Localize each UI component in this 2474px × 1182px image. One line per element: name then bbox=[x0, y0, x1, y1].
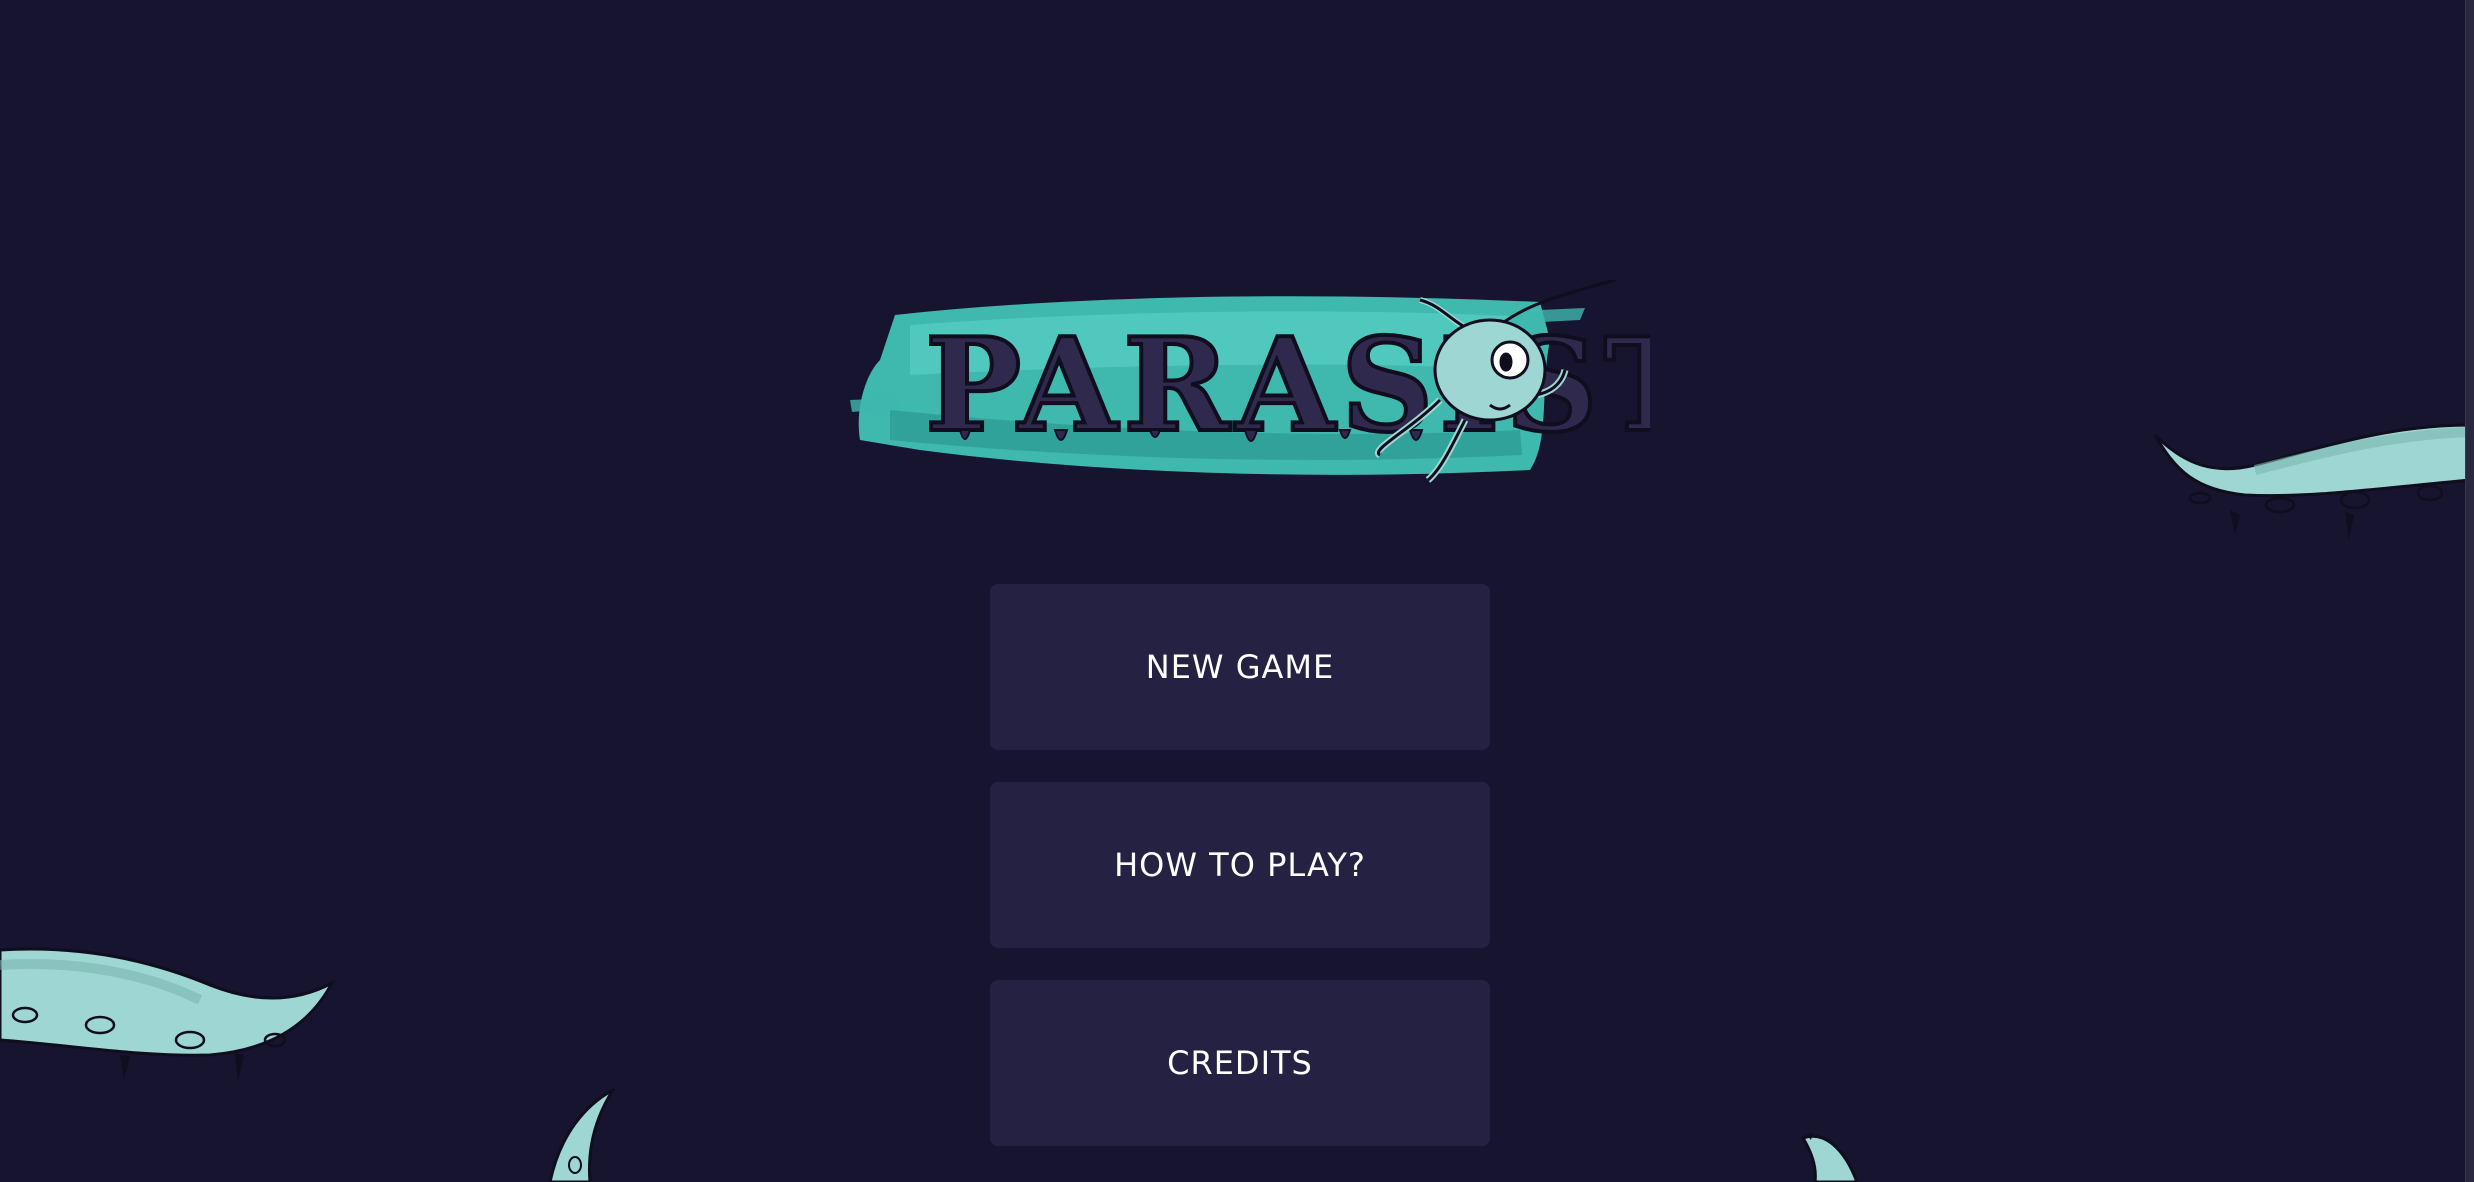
tentacle-icon bbox=[548, 1087, 615, 1182]
scrollbar[interactable] bbox=[2465, 0, 2474, 1182]
how-to-play-button[interactable]: HOW TO PLAY? bbox=[990, 782, 1490, 948]
logo-graphic: PARASIST bbox=[850, 278, 1701, 483]
new-game-button[interactable]: NEW GAME bbox=[990, 584, 1490, 750]
tentacle-icon bbox=[1800, 1132, 1859, 1182]
main-menu-screen: PARASIST NEW GAME HOW TO PLAY? CREDITS bbox=[0, 0, 2474, 1182]
tentacle-icon bbox=[2153, 423, 2470, 540]
main-menu: NEW GAME HOW TO PLAY? CREDITS bbox=[990, 584, 1490, 1178]
tentacle-icon bbox=[0, 947, 336, 1083]
credits-button[interactable]: CREDITS bbox=[990, 980, 1490, 1146]
game-logo: PARASIST bbox=[850, 278, 1701, 495]
